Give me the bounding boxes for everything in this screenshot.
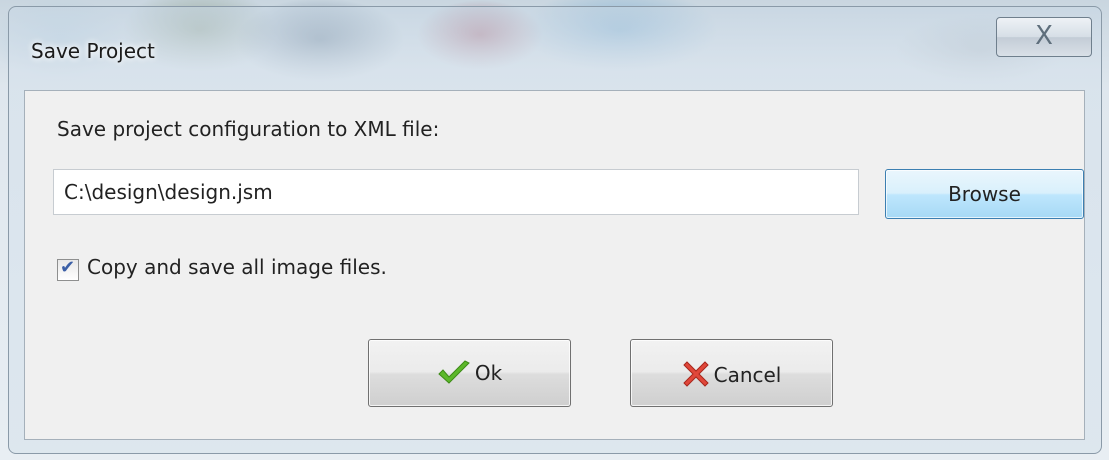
checkmark-icon: [438, 360, 470, 384]
ok-label: Ok: [474, 361, 503, 385]
copy-images-label: Copy and save all image files.: [87, 255, 387, 279]
checkmark-glyph: ✔: [60, 257, 76, 278]
ok-button[interactable]: Ok: [368, 339, 571, 407]
prompt-label: Save project configuration to XML file:: [57, 117, 440, 141]
close-button[interactable]: X: [996, 17, 1092, 57]
cancel-label: Cancel: [713, 363, 782, 387]
close-icon: X: [1035, 21, 1053, 51]
browse-button[interactable]: Browse: [885, 169, 1084, 219]
dialog-client-area: Save project configuration to XML file: …: [24, 90, 1085, 440]
red-x-icon: [682, 361, 709, 387]
file-path-input[interactable]: [53, 169, 859, 215]
cancel-button[interactable]: Cancel: [630, 339, 833, 407]
window-title: Save Project: [31, 39, 155, 63]
copy-images-checkbox[interactable]: ✔: [57, 257, 79, 281]
